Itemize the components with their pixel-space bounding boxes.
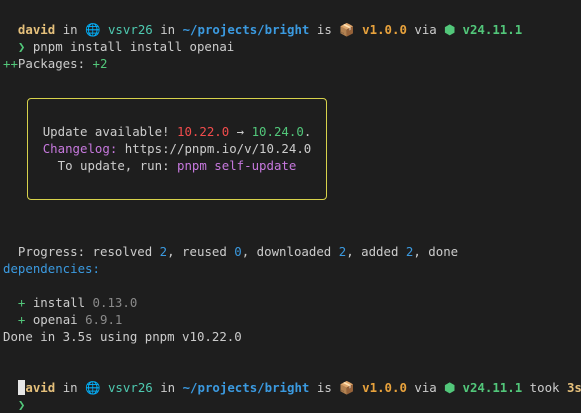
arrow-icon: → xyxy=(229,124,252,139)
package-version: v1.0.0 xyxy=(354,380,407,395)
update-available-label: Update available! xyxy=(42,124,177,139)
period: . xyxy=(303,124,312,139)
dependency-name: openai xyxy=(25,312,86,327)
changelog-line: Changelog: https://pnpm.io/v/10.24.0 xyxy=(28,140,326,157)
dependencies-header: dependencies: xyxy=(3,261,100,276)
prompt-host: vsvr26 xyxy=(100,380,153,395)
prompt-text: via xyxy=(406,22,445,37)
command-duration: 3s xyxy=(566,380,581,395)
dependency-item: + openai 6.9.1 xyxy=(3,294,122,327)
packages-progress-bar: ++ xyxy=(3,56,18,71)
prompt-text: is xyxy=(309,380,340,395)
node-icon: ⬢ xyxy=(444,22,456,37)
prompt-text: is xyxy=(309,22,340,37)
progress-text: , done xyxy=(413,244,459,259)
command-line: ❯ pnpm install install openai xyxy=(3,21,234,54)
prompt-text: in xyxy=(152,380,183,395)
dependency-version: 6.9.1 xyxy=(85,312,123,327)
node-icon: ⬢ xyxy=(444,380,456,395)
prompt-text: in xyxy=(55,380,86,395)
package-icon: 📦 xyxy=(339,380,355,395)
package-version: v1.0.0 xyxy=(354,22,407,37)
progress-text: , added xyxy=(346,244,406,259)
old-version: 10.22.0 xyxy=(176,124,230,139)
dependency-item: + install 0.13.0 xyxy=(3,277,137,310)
reused-count: 0 xyxy=(234,244,242,259)
packages-count: +2 xyxy=(92,56,108,71)
node-version: v24.11.1 xyxy=(455,22,523,37)
text-cursor xyxy=(18,380,25,395)
new-version: 10.24.0 xyxy=(251,124,304,139)
globe-icon: 🌐 xyxy=(85,380,101,395)
update-notice-box: Update available! 10.22.0 → 10.24.0. Cha… xyxy=(27,98,327,200)
update-command-label: To update, run: xyxy=(57,158,177,173)
progress-text: Progress: resolved xyxy=(17,244,160,259)
changelog-label: Changelog: xyxy=(42,141,118,156)
prompt-line: david in 🌐 vsvr26 in ~/projects/bright i… xyxy=(3,4,522,37)
progress-text: , downloaded xyxy=(241,244,339,259)
package-icon: 📦 xyxy=(339,22,355,37)
packages-label: Packages: xyxy=(17,56,93,71)
prompt-text: via xyxy=(406,380,445,395)
changelog-url[interactable]: https://pnpm.io/v/10.24.0 xyxy=(117,141,312,156)
update-command-line: To update, run: pnpm self-update xyxy=(28,157,326,174)
packages-line: Packages: +2 xyxy=(3,38,108,71)
done-line: Done in 3.5s using pnpm v10.22.0 xyxy=(3,329,242,344)
progress-text: , reused xyxy=(167,244,235,259)
update-command: pnpm self-update xyxy=(177,158,297,173)
update-available-line: Update available! 10.22.0 → 10.24.0. xyxy=(28,123,326,140)
progress-line: Progress: resolved 2, reused 0, download… xyxy=(3,226,458,259)
prompt-text: took xyxy=(522,380,567,395)
prompt-arrow-icon: ❯ xyxy=(17,397,26,412)
prompt-line: david in 🌐 vsvr26 in ~/projects/bright i… xyxy=(3,362,581,395)
node-version: v24.11.1 xyxy=(455,380,523,395)
prompt-path: ~/projects/bright xyxy=(182,380,310,395)
